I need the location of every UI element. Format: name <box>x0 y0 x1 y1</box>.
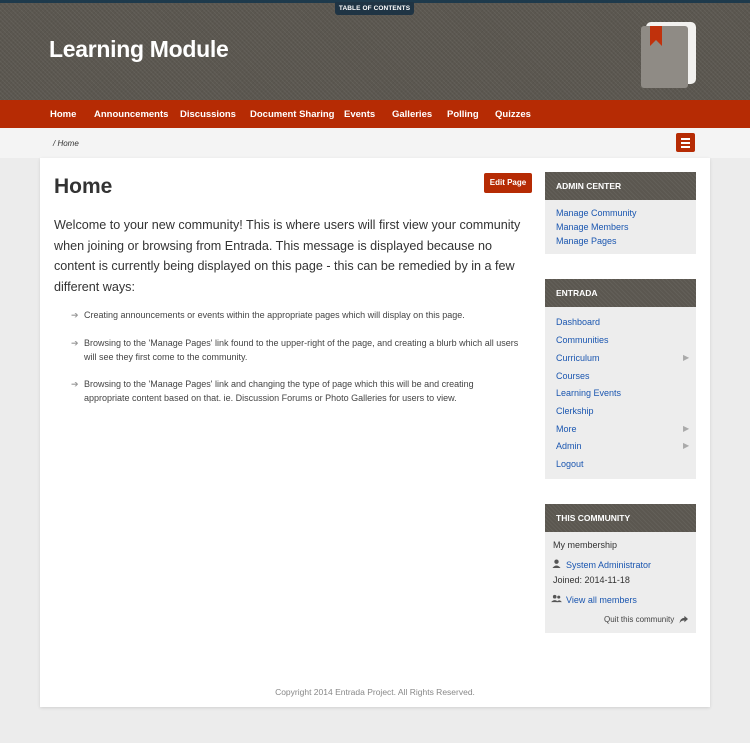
membership-label: My membership <box>553 540 618 550</box>
nav-galleries[interactable]: Galleries <box>392 100 432 128</box>
view-all-members-link[interactable]: View all members <box>566 595 637 605</box>
users-icon <box>551 594 562 603</box>
table-of-contents-tab[interactable]: TABLE OF CONTENTS <box>335 2 414 15</box>
share-arrow-icon <box>679 615 688 624</box>
nav-quizzes[interactable]: Quizzes <box>495 100 531 128</box>
logout-link[interactable]: Logout <box>556 459 584 469</box>
dashboard-link[interactable]: Dashboard <box>556 317 600 327</box>
arrow-right-icon: ➔ <box>71 338 79 348</box>
hamburger-icon-bar <box>681 146 690 148</box>
welcome-message: Welcome to your new community! This is w… <box>54 218 521 294</box>
page-title: Home <box>54 175 113 198</box>
user-icon <box>552 559 561 568</box>
this-community-title: THIS COMMUNITY <box>545 504 696 532</box>
curriculum-link[interactable]: Curriculum <box>556 353 600 363</box>
breadcrumb[interactable]: / Home <box>53 139 79 148</box>
list-item: ➔ Creating announcements or events withi… <box>71 308 521 322</box>
admin-link[interactable]: Admin <box>556 441 582 451</box>
breadcrumb-bar <box>0 128 750 158</box>
nav-home[interactable]: Home <box>50 100 76 128</box>
list-item: ➔ Browsing to the 'Manage Pages' link fo… <box>71 336 521 364</box>
learning-events-link[interactable]: Learning Events <box>556 388 621 398</box>
admin-center-panel: ADMIN CENTER Manage Community Manage Mem… <box>545 172 696 254</box>
manage-pages-link[interactable]: Manage Pages <box>556 236 617 246</box>
menu-toggle-button[interactable] <box>676 133 695 152</box>
courses-link[interactable]: Courses <box>556 371 590 381</box>
entrada-title: ENTRADA <box>545 279 696 307</box>
list-item-text: Creating announcements or events within … <box>84 310 465 320</box>
book-bookmark-icon <box>641 22 696 88</box>
more-link[interactable]: More <box>556 424 577 434</box>
manage-community-link[interactable]: Manage Community <box>556 208 637 218</box>
list-item-text: Browsing to the 'Manage Pages' link and … <box>84 379 474 403</box>
chevron-right-icon: ▶ <box>683 353 690 362</box>
admin-center-title: ADMIN CENTER <box>545 172 696 200</box>
joined-date: Joined: 2014-11-18 <box>553 575 630 585</box>
site-title: Learning Module <box>49 36 229 62</box>
site-header: Learning Module <box>0 3 750 100</box>
user-profile-link[interactable]: System Administrator <box>566 560 651 570</box>
hamburger-icon-bar <box>681 142 690 144</box>
edit-page-button[interactable]: Edit Page <box>484 173 532 193</box>
chevron-right-icon: ▶ <box>683 424 690 433</box>
arrow-right-icon: ➔ <box>71 379 79 389</box>
list-item: ➔ Browsing to the 'Manage Pages' link an… <box>71 377 521 405</box>
communities-link[interactable]: Communities <box>556 335 609 345</box>
arrow-right-icon: ➔ <box>71 310 79 320</box>
this-community-panel: THIS COMMUNITY My membership System Admi… <box>545 504 696 633</box>
chevron-right-icon: ▶ <box>683 441 690 450</box>
main-nav: Home Announcements Discussions Document … <box>0 100 750 128</box>
footer-copyright: Copyright 2014 Entrada Project. All Righ… <box>275 687 475 697</box>
nav-discussions[interactable]: Discussions <box>180 100 236 128</box>
nav-announcements[interactable]: Announcements <box>94 100 168 128</box>
nav-events[interactable]: Events <box>344 100 375 128</box>
quit-community-link[interactable]: Quit this community <box>604 615 674 624</box>
nav-document-sharing[interactable]: Document Sharing <box>250 100 334 128</box>
nav-polling[interactable]: Polling <box>447 100 479 128</box>
list-item-text: Browsing to the 'Manage Pages' link foun… <box>84 338 519 362</box>
hamburger-icon <box>681 138 690 140</box>
clerkship-link[interactable]: Clerkship <box>556 406 594 416</box>
manage-members-link[interactable]: Manage Members <box>556 222 629 232</box>
entrada-panel: ENTRADA Dashboard Communities Curriculum… <box>545 279 696 479</box>
